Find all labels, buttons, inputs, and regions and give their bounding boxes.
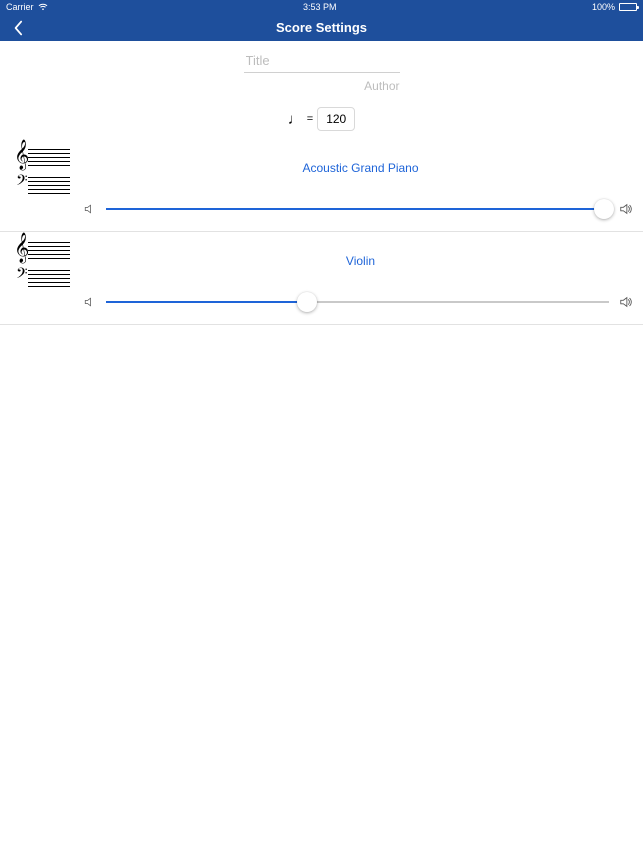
battery-percent: 100% [592, 2, 615, 12]
quarter-note-icon: ♩ [288, 112, 303, 127]
volume-slider[interactable] [106, 292, 609, 312]
tempo-row: ♩ = [0, 107, 643, 131]
meta-section: Author [0, 41, 643, 93]
volume-row [0, 290, 643, 314]
volume-row [0, 197, 643, 221]
battery-icon [619, 3, 637, 11]
treble-staff: 𝄞 [14, 239, 70, 261]
bass-staff: 𝄢 [14, 267, 70, 289]
content: Author ♩ = 𝄞 𝄢 Acoustic Grand Piano [0, 41, 643, 325]
volume-slider[interactable] [106, 199, 609, 219]
title-input[interactable] [244, 49, 400, 73]
status-right: 100% [592, 2, 637, 12]
wifi-icon [38, 3, 48, 11]
status-time: 3:53 PM [303, 2, 337, 12]
instrument-row: 𝄞 𝄢 Acoustic Grand Piano [0, 139, 643, 232]
page-title: Score Settings [0, 20, 643, 35]
staff-block: 𝄞 𝄢 [0, 233, 78, 289]
volume-max-icon[interactable] [619, 295, 633, 309]
instrument-header: 𝄞 𝄢 Violin [0, 232, 643, 290]
volume-max-icon[interactable] [619, 202, 633, 216]
back-button[interactable] [8, 18, 28, 38]
status-left: Carrier [6, 2, 48, 12]
bass-clef-icon: 𝄢 [16, 266, 28, 284]
instrument-row: 𝄞 𝄢 Violin [0, 232, 643, 325]
bass-clef-icon: 𝄢 [16, 173, 28, 191]
volume-mute-icon[interactable] [82, 295, 96, 309]
instrument-name-button[interactable]: Violin [78, 254, 643, 268]
instrument-header: 𝄞 𝄢 Acoustic Grand Piano [0, 139, 643, 197]
tempo-input[interactable] [317, 107, 355, 131]
nav-bar: Score Settings [0, 14, 643, 41]
author-label[interactable]: Author [244, 73, 400, 93]
instrument-name-button[interactable]: Acoustic Grand Piano [78, 161, 643, 175]
volume-mute-icon[interactable] [82, 202, 96, 216]
tempo-equals: = [307, 113, 313, 125]
carrier-label: Carrier [6, 2, 34, 12]
staff-block: 𝄞 𝄢 [0, 140, 78, 196]
treble-staff: 𝄞 [14, 146, 70, 168]
bass-staff: 𝄢 [14, 174, 70, 196]
status-bar: Carrier 3:53 PM 100% [0, 0, 643, 14]
